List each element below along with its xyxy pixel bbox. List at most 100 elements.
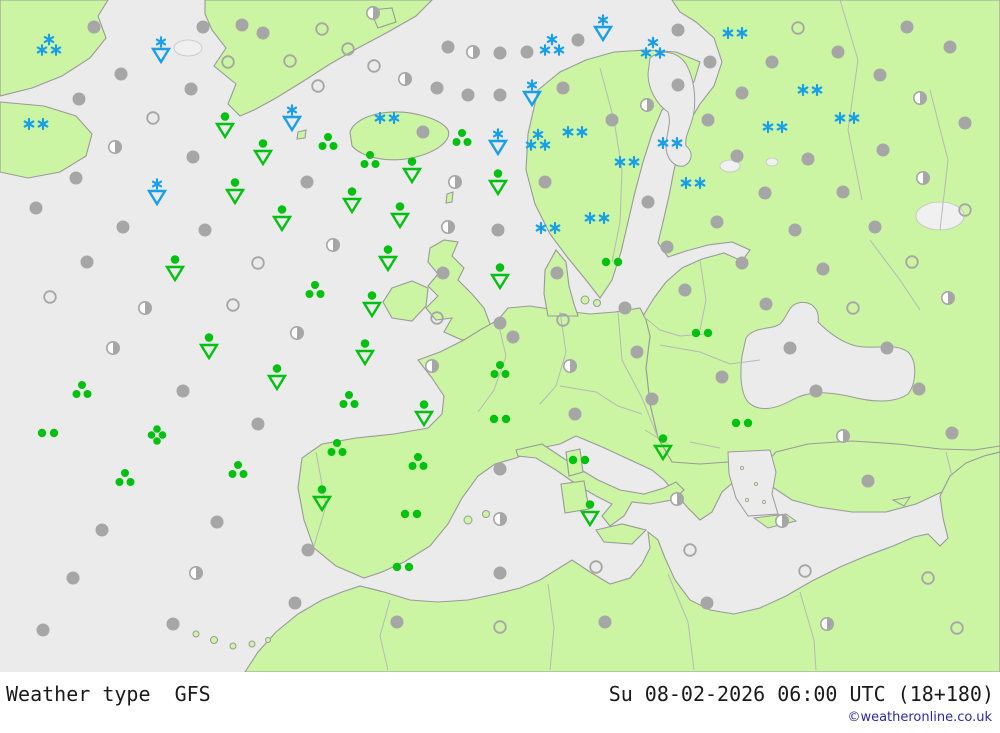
- partly-cloudy-symbol: [492, 511, 507, 526]
- cloudy-symbol: [66, 571, 80, 585]
- islet: [192, 630, 200, 638]
- cloudy-symbol: [80, 255, 94, 269]
- cloudy-symbol: [912, 382, 926, 396]
- partly-cloudy-symbol: [639, 98, 654, 113]
- cloudy-symbol: [436, 266, 450, 280]
- cloudy-symbol: [868, 220, 882, 234]
- sardinia: [560, 480, 590, 514]
- cloudy-symbol: [571, 33, 585, 47]
- partly-cloudy-symbol: [365, 6, 380, 20]
- credit-link[interactable]: ©weatheronline.co.uk: [847, 710, 992, 725]
- cloudy-symbol: [210, 515, 224, 529]
- cloudy-symbol: [184, 82, 198, 96]
- cloudy-symbol: [641, 195, 655, 209]
- partly-cloudy-symbol: [424, 358, 439, 373]
- greek-islet: [762, 500, 766, 504]
- cloudy-symbol: [301, 543, 315, 557]
- cloudy-symbol: [765, 55, 779, 69]
- partly-cloudy-symbol: [915, 171, 930, 186]
- cloudy-symbol: [876, 143, 890, 157]
- cloudy-symbol: [873, 68, 887, 82]
- lake: [765, 157, 779, 167]
- cloudy-symbol: [618, 301, 632, 315]
- cloudy-symbol: [958, 116, 972, 130]
- faroe: [296, 129, 307, 140]
- cloudy-symbol: [788, 223, 802, 237]
- cloudy-symbol: [730, 149, 744, 163]
- cloudy-symbol: [87, 20, 101, 34]
- cloudy-symbol: [660, 240, 674, 254]
- islet: [463, 515, 473, 525]
- cloudy-symbol: [861, 474, 875, 488]
- islet: [210, 636, 218, 644]
- partly-cloudy-symbol: [106, 340, 121, 355]
- cloudy-symbol: [300, 175, 314, 189]
- cloudy-symbol: [166, 617, 180, 631]
- cloudy-symbol: [715, 370, 729, 384]
- timestamp: Su 08-02-2026 06:00 UTC (18+180): [608, 682, 994, 706]
- partly-cloudy-symbol: [774, 513, 789, 528]
- cloudy-symbol: [701, 113, 715, 127]
- cloudy-symbol: [671, 23, 685, 37]
- cloudy-symbol: [945, 426, 959, 440]
- cloudy-symbol: [95, 523, 109, 537]
- cloudy-symbol: [598, 615, 612, 629]
- islet: [580, 295, 590, 305]
- partly-cloudy-symbol: [138, 300, 153, 315]
- cloudy-symbol: [831, 45, 845, 59]
- cloudy-symbol: [836, 185, 850, 199]
- greek-islet: [740, 466, 744, 470]
- partly-cloudy-symbol: [669, 491, 684, 506]
- cloudy-symbol: [198, 223, 212, 237]
- shetland: [445, 191, 454, 204]
- cloudy-symbol: [36, 623, 50, 637]
- cloudy-symbol: [943, 40, 957, 54]
- cloudy-symbol: [880, 341, 894, 355]
- cloudy-symbol: [630, 345, 644, 359]
- partly-cloudy-symbol: [912, 91, 927, 106]
- islet: [482, 510, 490, 518]
- cloudy-symbol: [256, 26, 270, 40]
- cloudy-symbol: [506, 330, 520, 344]
- cloudy-symbol: [550, 266, 564, 280]
- cloudy-symbol: [801, 152, 815, 166]
- cloudy-symbol: [196, 20, 210, 34]
- cloudy-symbol: [461, 88, 475, 102]
- islet: [593, 299, 601, 307]
- cloudy-symbol: [735, 86, 749, 100]
- islet: [229, 642, 237, 650]
- cloudy-symbol: [29, 201, 43, 215]
- cloudy-symbol: [758, 186, 772, 200]
- weather-map-screenshot: Weather type GFS Su 08-02-2026 06:00 UTC…: [0, 0, 1000, 733]
- cloudy-symbol: [176, 384, 190, 398]
- cloudy-symbol: [493, 46, 507, 60]
- cloudy-symbol: [186, 150, 200, 164]
- cloudy-symbol: [703, 55, 717, 69]
- greek-islet: [745, 498, 749, 502]
- cloudy-symbol: [493, 566, 507, 580]
- weather-map: [0, 0, 1000, 672]
- cloudy-symbol: [809, 384, 823, 398]
- cloudy-symbol: [678, 283, 692, 297]
- islet: [265, 637, 271, 643]
- partly-cloudy-symbol: [447, 175, 462, 190]
- cloudy-symbol: [69, 171, 83, 185]
- cloudy-symbol: [783, 341, 797, 355]
- cloudy-symbol: [116, 220, 130, 234]
- cloudy-symbol: [900, 20, 914, 34]
- cloudy-symbol: [72, 92, 86, 106]
- cloudy-symbol: [816, 262, 830, 276]
- map-title: Weather type GFS: [6, 682, 211, 706]
- cloudy-symbol: [671, 78, 685, 92]
- cloudy-symbol: [700, 596, 714, 610]
- cloudy-symbol: [538, 175, 552, 189]
- cloudy-symbol: [493, 88, 507, 102]
- partly-cloudy-symbol: [819, 616, 834, 631]
- lake: [173, 39, 203, 57]
- partly-cloudy-symbol: [108, 140, 123, 155]
- cloudy-symbol: [430, 81, 444, 95]
- cloudy-symbol: [493, 316, 507, 330]
- cloudy-symbol: [491, 223, 505, 237]
- partly-cloudy-symbol: [940, 290, 955, 305]
- cloudy-symbol: [710, 215, 724, 229]
